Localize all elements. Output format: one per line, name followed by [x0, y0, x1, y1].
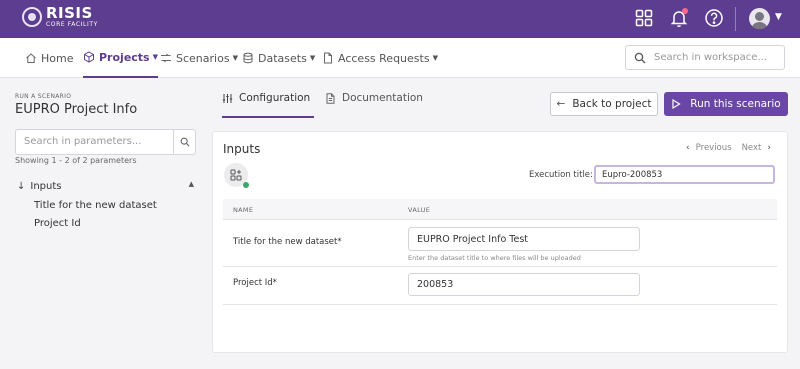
table-row: Project Id* [223, 267, 777, 305]
logo-mark-icon [22, 7, 42, 27]
tree-group-inputs[interactable]: ↓ Inputs ▲ [17, 179, 197, 193]
workspace-search [625, 45, 785, 70]
nav-item-label: Home [41, 51, 74, 65]
user-avatar[interactable] [749, 8, 770, 29]
nav-item-access-requests[interactable]: Access Requests ▼ [322, 38, 438, 78]
next-link[interactable]: Next [742, 143, 762, 153]
table-header: NAME VALUE [223, 199, 777, 220]
previous-link[interactable]: Previous [696, 143, 732, 153]
logo-title: RISIS [46, 4, 93, 22]
tree-item-project-id[interactable]: Project Id [34, 218, 81, 229]
page-title: EUPRO Project Info [15, 102, 138, 117]
nav-item-datasets[interactable]: Datasets ▼ [242, 38, 315, 78]
column-header-name: NAME [233, 206, 254, 214]
tab-configuration[interactable]: Configuration [222, 92, 314, 118]
apps-grid-icon[interactable] [634, 8, 654, 28]
nav-item-home[interactable]: Home [25, 38, 73, 78]
sliders-icon [222, 94, 233, 103]
nav-bar: Home Projects ▼ Scenarios ▼ Datasets ▼ A… [0, 38, 800, 78]
parameter-help-text: Enter the dataset title to where files w… [408, 254, 581, 262]
search-icon [634, 52, 646, 63]
cube-icon [84, 51, 94, 63]
top-bar: RISIS CORE FACILITY ▼ [0, 0, 800, 38]
parameter-count: Showing 1 - 2 of 2 parameters [15, 156, 137, 165]
chevron-left-icon[interactable]: ‹ [686, 143, 690, 153]
chevron-down-icon: ▼ [432, 54, 438, 62]
table-row: Title for the new dataset* Enter the dat… [223, 220, 777, 267]
risis-logo[interactable]: RISIS CORE FACILITY [22, 6, 98, 28]
execution-title-label: Execution title: [529, 170, 593, 180]
chevron-up-icon[interactable]: ▲ [189, 180, 194, 188]
grid-plus-icon [230, 169, 242, 181]
parameter-search-button[interactable] [173, 130, 195, 154]
status-dot [243, 182, 249, 188]
database-icon [243, 52, 253, 64]
tab-label: Configuration [239, 92, 311, 104]
chevron-down-icon: ▼ [309, 54, 316, 62]
search-icon [180, 137, 190, 147]
tab-documentation[interactable]: Documentation [325, 92, 423, 118]
chevron-down-icon: ▼ [152, 53, 158, 61]
parameter-search [15, 129, 196, 155]
play-icon [672, 99, 681, 109]
nav-item-projects[interactable]: Projects ▼ [83, 38, 158, 78]
back-to-project-button[interactable]: ← Back to project [550, 92, 658, 116]
logo-subtitle: CORE FACILITY [46, 21, 98, 28]
arrow-down-icon: ↓ [17, 180, 26, 192]
parameter-name: Project Id* [233, 278, 277, 288]
bell-icon[interactable] [669, 8, 689, 28]
chevron-right-icon[interactable]: › [767, 143, 771, 153]
nav-item-label: Access Requests [338, 51, 430, 65]
nav-item-label: Scenarios [176, 51, 230, 65]
shuffle-icon [161, 53, 171, 63]
workspace-search-input[interactable] [654, 52, 779, 63]
tree-group-label: Inputs [30, 180, 62, 192]
column-header-value: VALUE [408, 206, 431, 214]
document-icon [324, 52, 332, 64]
nav-item-label: Datasets [258, 51, 307, 65]
dataset-title-input[interactable] [408, 227, 640, 251]
chevron-down-icon: ▼ [232, 54, 238, 62]
card-title: Inputs [223, 142, 261, 156]
pager: ‹ Previous Next › [686, 143, 771, 153]
inputs-card: Inputs ‹ Previous Next › Execution title… [212, 131, 788, 353]
run-button-label: Run this scenario [690, 98, 781, 110]
run-scenario-label: RUN A SCENARIO [15, 93, 72, 100]
nav-item-scenarios[interactable]: Scenarios ▼ [160, 38, 238, 78]
chevron-down-icon[interactable]: ▼ [775, 12, 782, 22]
execution-title-input[interactable] [594, 165, 775, 184]
parameter-search-input[interactable] [24, 136, 169, 147]
project-id-input[interactable] [408, 273, 640, 296]
home-icon [26, 53, 36, 63]
nav-item-label: Projects [99, 50, 150, 64]
arrow-left-icon: ← [556, 98, 566, 110]
header-divider [735, 7, 736, 31]
run-scenario-button[interactable]: Run this scenario [664, 92, 788, 116]
tab-label: Documentation [342, 92, 423, 104]
back-button-label: Back to project [572, 98, 652, 110]
notification-dot [682, 8, 688, 14]
document-icon [326, 93, 335, 104]
help-icon[interactable] [704, 8, 724, 28]
tree-item-title-for-new-dataset[interactable]: Title for the new dataset [34, 200, 157, 211]
parameter-name: Title for the new dataset* [233, 237, 342, 247]
